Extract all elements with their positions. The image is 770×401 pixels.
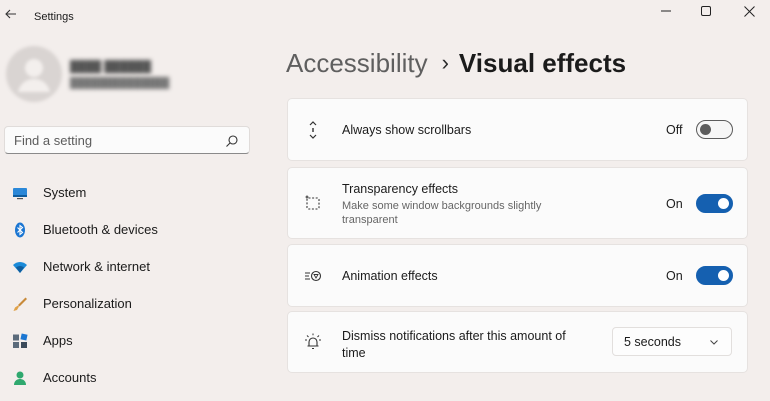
sidebar-item-label: System <box>43 185 87 200</box>
title-bar: Settings <box>0 0 770 36</box>
back-button[interactable] <box>4 7 20 27</box>
toggle-knob <box>700 124 711 135</box>
animation-icon <box>305 270 322 282</box>
sidebar-item-label: Personalization <box>43 296 132 311</box>
maximize-icon <box>701 6 711 16</box>
scrollbar-icon <box>309 121 317 139</box>
avatar <box>6 46 62 102</box>
toggle-state-label: On <box>666 197 683 211</box>
close-icon <box>743 5 755 17</box>
sidebar-item-bluetooth[interactable]: Bluetooth & devices <box>4 213 250 247</box>
selected-value: 5 seconds <box>624 335 681 349</box>
toggle-knob <box>718 270 729 281</box>
notification-bell-icon <box>305 333 321 350</box>
setting-description: Make some window backgrounds slightly tr… <box>342 200 542 226</box>
setting-title: Transparency effects <box>342 182 459 196</box>
setting-title: Animation effects <box>342 269 438 283</box>
breadcrumb-separator: › <box>441 50 449 75</box>
profile-email: ██████████████ <box>70 78 170 89</box>
monitor-icon <box>13 188 27 200</box>
minimize-button[interactable] <box>647 0 685 22</box>
minimize-icon <box>661 10 671 12</box>
animation-toggle[interactable] <box>696 266 733 285</box>
sidebar-item-personalization[interactable]: Personalization <box>4 287 250 321</box>
person-silhouette-icon <box>18 59 50 92</box>
search-placeholder: Find a setting <box>14 133 93 148</box>
transparency-toggle[interactable] <box>696 194 733 213</box>
chevron-down-icon <box>710 340 718 345</box>
app-title: Settings <box>34 11 74 23</box>
profile-name: ████ ██████ <box>70 61 151 73</box>
breadcrumb-parent-link[interactable]: Accessibility <box>286 48 428 78</box>
apps-icon <box>13 333 28 348</box>
sidebar-item-label: Bluetooth & devices <box>43 222 158 237</box>
breadcrumb: Accessibility › Visual effects <box>286 48 626 84</box>
notification-duration-select[interactable]: 5 seconds <box>612 327 732 356</box>
page-title: Visual effects <box>458 48 627 78</box>
sidebar-item-accounts[interactable]: Accounts <box>4 361 250 395</box>
bluetooth-icon <box>15 222 25 238</box>
arrow-left-icon <box>5 9 16 19</box>
wifi-icon <box>13 262 27 273</box>
maximize-button[interactable] <box>687 0 725 22</box>
sidebar-item-network[interactable]: Network & internet <box>4 250 250 284</box>
search-input[interactable]: Find a setting <box>4 126 250 154</box>
scrollbars-toggle[interactable] <box>696 120 733 139</box>
toggle-knob <box>718 198 729 209</box>
person-icon <box>14 371 26 385</box>
transparency-icon <box>305 195 320 210</box>
close-button[interactable] <box>730 0 768 22</box>
toggle-state-label: Off <box>666 123 683 137</box>
user-profile[interactable]: ████ ██████ ██████████████ <box>6 46 256 110</box>
sidebar-item-label: Network & internet <box>43 259 150 274</box>
setting-title: Dismiss notifications after this amount … <box>342 329 566 360</box>
brush-icon <box>13 297 27 311</box>
setting-card-animation: Animation effects On <box>287 244 748 307</box>
setting-card-scrollbars: Always show scrollbars Off <box>287 98 748 161</box>
sidebar-item-system[interactable]: System <box>4 176 250 210</box>
search-icon <box>226 135 238 147</box>
setting-title: Always show scrollbars <box>342 123 472 137</box>
sidebar-item-label: Apps <box>43 333 73 348</box>
sidebar-item-label: Accounts <box>43 370 97 385</box>
toggle-state-label: On <box>666 269 683 283</box>
setting-card-transparency: Transparency effects Make some window ba… <box>287 167 748 239</box>
sidebar-item-apps[interactable]: Apps <box>4 324 250 358</box>
